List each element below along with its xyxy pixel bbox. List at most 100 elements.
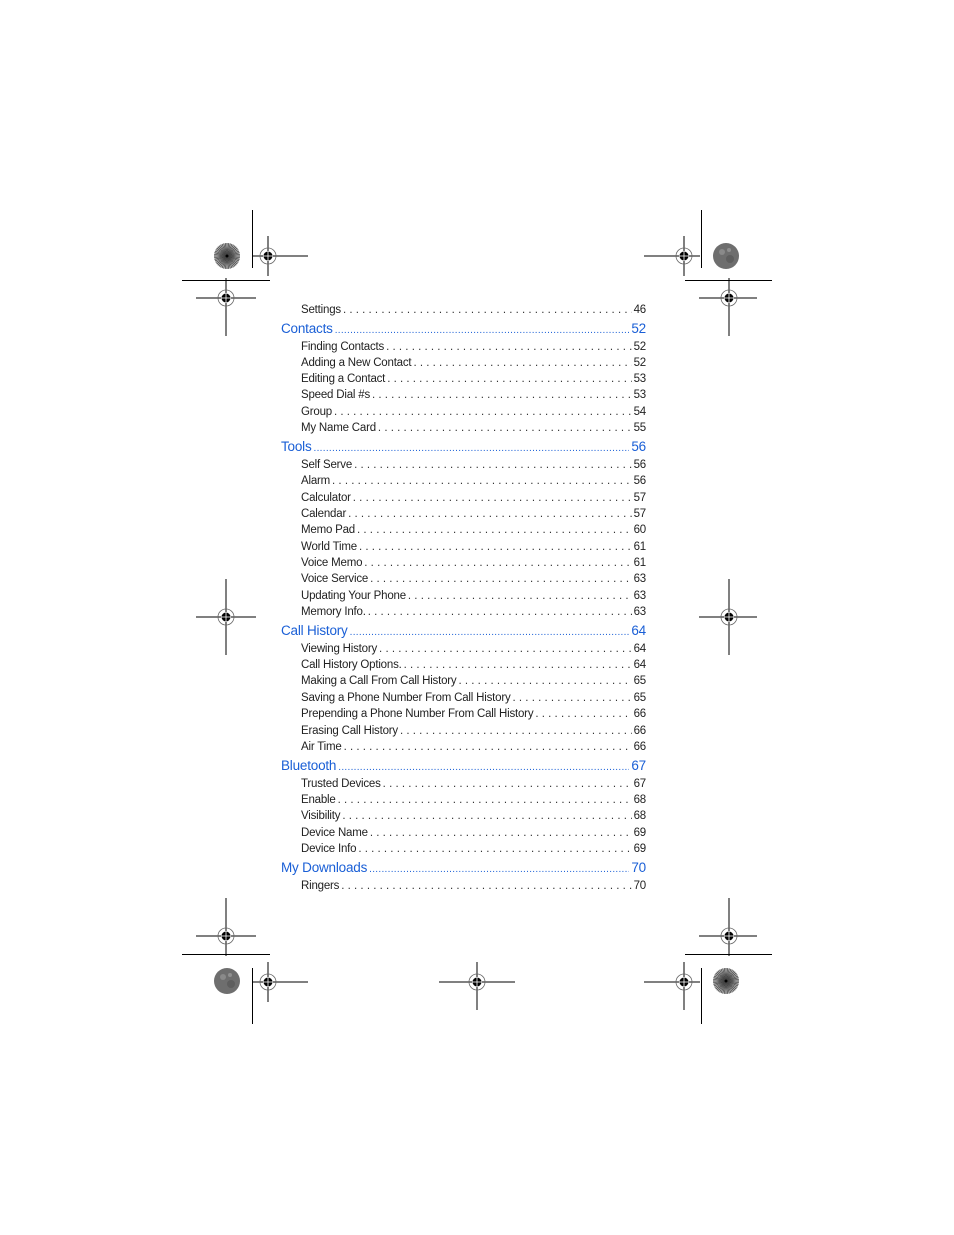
toc-page-number: 66 bbox=[633, 708, 647, 720]
dot-leader: ........................................… bbox=[358, 541, 632, 553]
toc-entry[interactable]: Group...................................… bbox=[301, 406, 646, 418]
toc-entry[interactable]: My Name Card............................… bbox=[301, 422, 646, 434]
toc-entry[interactable]: Ringers.................................… bbox=[301, 880, 646, 892]
toc-entry[interactable]: Calendar................................… bbox=[301, 508, 646, 520]
dot-leader: ........................................… bbox=[379, 643, 632, 655]
toc-entry[interactable]: Speed Dial #s...........................… bbox=[301, 389, 646, 401]
toc-entry-label: Ringers bbox=[301, 880, 340, 892]
toc-page-number: 52 bbox=[633, 357, 647, 369]
toc-page-number: 66 bbox=[633, 741, 647, 753]
toc-entry[interactable]: Self Serve..............................… bbox=[301, 459, 646, 471]
toc-page-number: 65 bbox=[633, 675, 647, 687]
toc-entry[interactable]: Saving a Phone Number From Call History.… bbox=[301, 692, 646, 704]
dot-leader: ........................................… bbox=[407, 590, 632, 602]
toc-entry-label: Making a Call From Call History bbox=[301, 675, 457, 687]
dot-leader: ........................................… bbox=[342, 304, 632, 316]
dot-leader: ........................................… bbox=[372, 389, 632, 401]
toc-page-number: 53 bbox=[633, 389, 647, 401]
toc-entry-label: Calendar bbox=[301, 508, 347, 520]
dot-leader: ........................................… bbox=[349, 627, 630, 638]
toc-entry-label: Viewing History bbox=[301, 643, 378, 655]
toc-entry[interactable]: Voice Memo..............................… bbox=[301, 557, 646, 569]
toc-page-number: 66 bbox=[633, 725, 647, 737]
toc-entry[interactable]: Editing a Contact.......................… bbox=[301, 373, 646, 385]
crosshair-target-icon bbox=[252, 962, 308, 1002]
toc-entry[interactable]: Settings................................… bbox=[301, 304, 646, 316]
dot-leader: ........................................… bbox=[370, 573, 632, 585]
crosshair-target-icon bbox=[699, 278, 757, 336]
toc-entry[interactable]: Memory Info.............................… bbox=[301, 606, 646, 618]
toc-entry[interactable]: Visibility..............................… bbox=[301, 810, 646, 822]
toc-page-number: 54 bbox=[633, 406, 647, 418]
dot-leader: ........................................… bbox=[354, 459, 632, 471]
dot-leader: ........................................… bbox=[413, 357, 631, 369]
toc-page-number: 56 bbox=[631, 439, 646, 454]
toc-section-link[interactable]: Call History............................… bbox=[281, 623, 646, 638]
dot-leader: ........................................… bbox=[341, 880, 631, 892]
toc-entry[interactable]: Updating Your Phone.....................… bbox=[301, 590, 646, 602]
toc-entry-label: Trusted Devices bbox=[301, 778, 381, 790]
toc-entry[interactable]: Voice Service...........................… bbox=[301, 573, 646, 585]
toc-page-number: 57 bbox=[633, 492, 647, 504]
toc-page-number: 56 bbox=[633, 475, 647, 487]
toc-page-number: 60 bbox=[633, 524, 647, 536]
toc-entry-label: Speed Dial #s bbox=[301, 389, 370, 401]
toc-page-number: 56 bbox=[633, 459, 647, 471]
toc-page-number: 53 bbox=[633, 373, 647, 385]
dot-leader: ........................................… bbox=[332, 475, 632, 487]
toc-entry[interactable]: Prepending a Phone Number From Call Hist… bbox=[301, 708, 646, 720]
toc-page-number: 55 bbox=[633, 422, 647, 434]
toc-entry-label: Voice Memo bbox=[301, 557, 363, 569]
toc-entry[interactable]: Call History Options....................… bbox=[301, 659, 646, 671]
dot-leader: ........................................… bbox=[382, 778, 632, 790]
toc-entry[interactable]: Adding a New Contact....................… bbox=[301, 357, 646, 369]
toc-entry-label: Visibility bbox=[301, 810, 341, 822]
toc-entry-label: Erasing Call History bbox=[301, 725, 398, 737]
toc-page-number: 52 bbox=[633, 341, 647, 353]
crosshair-target-icon bbox=[699, 579, 757, 655]
toc-entry[interactable]: Device Info.............................… bbox=[301, 843, 646, 855]
toc-page-number: 64 bbox=[633, 643, 647, 655]
toc-entry[interactable]: Trusted Devices.........................… bbox=[301, 778, 646, 790]
toc-entry-label: Device Info bbox=[301, 843, 357, 855]
dot-leader: ........................................… bbox=[458, 675, 632, 687]
dot-leader: ........................................… bbox=[342, 810, 631, 822]
toc-page-number: 63 bbox=[633, 590, 647, 602]
dot-leader: ........................................… bbox=[357, 524, 632, 536]
toc-section-link[interactable]: Contacts................................… bbox=[281, 321, 646, 336]
dot-leader: ........................................… bbox=[358, 843, 631, 855]
toc-entry[interactable]: Memo Pad................................… bbox=[301, 524, 646, 536]
toc-entry[interactable]: Enable..................................… bbox=[301, 794, 646, 806]
toc-entry[interactable]: Device Name.............................… bbox=[301, 827, 646, 839]
toc-page-number: 70 bbox=[633, 880, 647, 892]
toc-page-number: 67 bbox=[631, 758, 646, 773]
toc-section-link[interactable]: My Downloads............................… bbox=[281, 860, 646, 875]
toc-entry[interactable]: Making a Call From Call History.........… bbox=[301, 675, 646, 687]
dot-leader: ........................................… bbox=[334, 325, 630, 336]
toc-page-number: 61 bbox=[633, 557, 647, 569]
toc-entry[interactable]: World Time..............................… bbox=[301, 541, 646, 553]
toc-entry-label: Device Name bbox=[301, 827, 368, 839]
toc-page-number: 68 bbox=[633, 794, 647, 806]
toc-page-number: 68 bbox=[633, 810, 647, 822]
toc-entry[interactable]: Calculator..............................… bbox=[301, 492, 646, 504]
toc-entry[interactable]: Alarm...................................… bbox=[301, 475, 646, 487]
toc-entry-label: Self Serve bbox=[301, 459, 353, 471]
toc-page-number: 63 bbox=[633, 573, 647, 585]
toc-entry[interactable]: Viewing History.........................… bbox=[301, 643, 646, 655]
toc-entry-label: My Name Card bbox=[301, 422, 376, 434]
toc-entry[interactable]: Erasing Call History....................… bbox=[301, 725, 646, 737]
toc-entry-label: Editing a Contact bbox=[301, 373, 386, 385]
toc-page-number: 63 bbox=[633, 606, 647, 618]
dot-leader: ........................................… bbox=[338, 762, 630, 773]
toc-entry[interactable]: Finding Contacts........................… bbox=[301, 341, 646, 353]
dot-leader: ........................................… bbox=[535, 708, 632, 720]
dot-leader: ........................................… bbox=[343, 741, 632, 753]
toc-page-number: 69 bbox=[633, 843, 647, 855]
toc-section-link[interactable]: Bluetooth...............................… bbox=[281, 758, 646, 773]
toc-entry-label: Call History bbox=[281, 623, 348, 638]
dot-leader: ........................................… bbox=[399, 725, 632, 737]
toc-section-link[interactable]: Tools...................................… bbox=[281, 439, 646, 454]
toc-entry[interactable]: Air Time................................… bbox=[301, 741, 646, 753]
toc-entry-label: Voice Service bbox=[301, 573, 369, 585]
